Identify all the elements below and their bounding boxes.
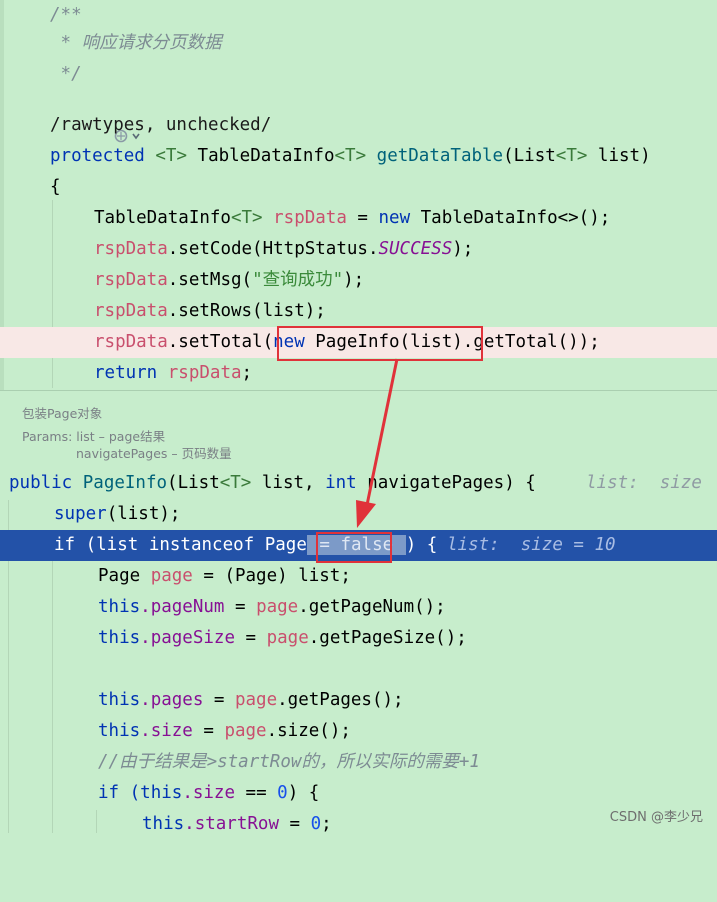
watermark: CSDN @李少兄: [609, 810, 703, 825]
red-arrow: [356, 358, 399, 528]
